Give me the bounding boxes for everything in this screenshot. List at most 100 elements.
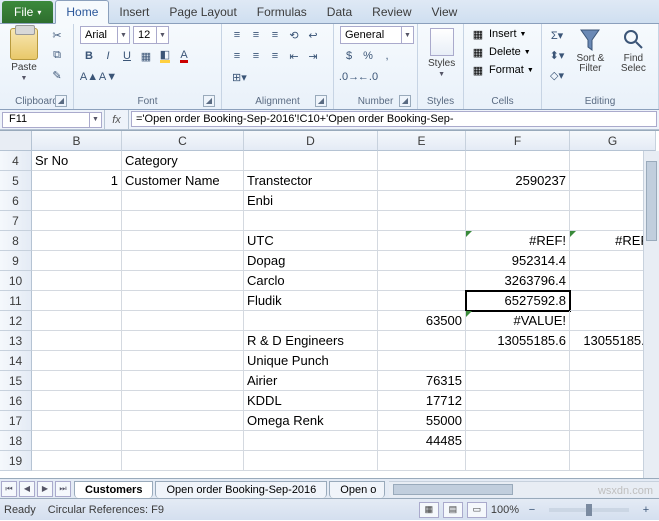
row-header-19[interactable]: 19 — [0, 451, 32, 471]
align-left-button[interactable]: ≡ — [228, 47, 246, 65]
select-all-corner[interactable] — [0, 131, 32, 151]
zoom-out-button[interactable]: − — [523, 501, 541, 519]
cell-B6[interactable] — [32, 191, 122, 211]
cell-D19[interactable] — [244, 451, 378, 471]
page-break-view-button[interactable]: ▭ — [467, 502, 487, 518]
cell-C5[interactable]: Customer Name — [122, 171, 244, 191]
decrease-decimal-button[interactable]: ←.0 — [359, 68, 377, 86]
number-launcher[interactable]: ◢ — [399, 95, 411, 107]
tab-insert[interactable]: Insert — [109, 1, 159, 23]
grow-font-button[interactable]: A▲ — [80, 68, 98, 86]
cell-E10[interactable] — [378, 271, 466, 291]
col-header-G[interactable]: G — [570, 131, 656, 151]
cell-F9[interactable]: 952314.4 — [466, 251, 570, 271]
col-header-C[interactable]: C — [122, 131, 244, 151]
sheet-nav-first[interactable]: ⏮ — [1, 481, 17, 497]
cell-F10[interactable]: 3263796.4 — [466, 271, 570, 291]
cell-B12[interactable] — [32, 311, 122, 331]
cell-E6[interactable] — [378, 191, 466, 211]
cell-C6[interactable] — [122, 191, 244, 211]
row-header-7[interactable]: 7 — [0, 211, 32, 231]
cell-E17[interactable]: 55000 — [378, 411, 466, 431]
col-header-D[interactable]: D — [244, 131, 378, 151]
row-header-16[interactable]: 16 — [0, 391, 32, 411]
cell-B14[interactable] — [32, 351, 122, 371]
col-header-F[interactable]: F — [466, 131, 570, 151]
normal-view-button[interactable]: ▦ — [419, 502, 439, 518]
merge-center-button[interactable]: ⊞▾ — [228, 68, 251, 86]
cell-F7[interactable] — [466, 211, 570, 231]
increase-decimal-button[interactable]: .0→ — [340, 68, 358, 86]
comma-button[interactable]: , — [378, 47, 396, 65]
cell-E19[interactable] — [378, 451, 466, 471]
file-tab[interactable]: File ▾ — [2, 1, 53, 23]
slider-thumb[interactable] — [586, 504, 592, 516]
delete-cells-button[interactable]: Delete — [489, 46, 521, 58]
zoom-in-button[interactable]: + — [637, 501, 655, 519]
formula-bar[interactable]: ='Open order Booking-Sep-2016'!C10+'Open… — [131, 111, 657, 127]
font-color-button[interactable]: A — [175, 47, 193, 65]
font-size-combo[interactable]: 12▼ — [133, 26, 169, 44]
row-header-12[interactable]: 12 — [0, 311, 32, 331]
clear-button[interactable]: ◇▾ — [548, 66, 566, 84]
cell-B9[interactable] — [32, 251, 122, 271]
cell-B13[interactable] — [32, 331, 122, 351]
cell-C13[interactable] — [122, 331, 244, 351]
cell-F18[interactable] — [466, 431, 570, 451]
cell-D13[interactable]: R & D Engineers — [244, 331, 378, 351]
paste-button[interactable]: Paste ▼ — [6, 26, 42, 84]
cell-B10[interactable] — [32, 271, 122, 291]
insert-cells-button[interactable]: Insert — [489, 28, 517, 40]
autosum-button[interactable]: Σ▾ — [548, 26, 566, 44]
row-header-17[interactable]: 17 — [0, 411, 32, 431]
row-header-13[interactable]: 13 — [0, 331, 32, 351]
cell-C19[interactable] — [122, 451, 244, 471]
alignment-launcher[interactable]: ◢ — [315, 95, 327, 107]
row-header-9[interactable]: 9 — [0, 251, 32, 271]
cell-C11[interactable] — [122, 291, 244, 311]
scrollbar-thumb[interactable] — [646, 161, 657, 241]
cell-E18[interactable]: 44485 — [378, 431, 466, 451]
cell-D5[interactable]: Transtector — [244, 171, 378, 191]
cell-C15[interactable] — [122, 371, 244, 391]
cell-F14[interactable] — [466, 351, 570, 371]
fill-button[interactable]: ⬍▾ — [548, 46, 566, 64]
tab-view[interactable]: View — [422, 1, 468, 23]
row-header-5[interactable]: 5 — [0, 171, 32, 191]
cell-F16[interactable] — [466, 391, 570, 411]
fill-color-button[interactable]: ◧ — [156, 47, 174, 65]
cell-C16[interactable] — [122, 391, 244, 411]
cell-D16[interactable]: KDDL — [244, 391, 378, 411]
cell-D11[interactable]: Fludik — [244, 291, 378, 311]
col-header-B[interactable]: B — [32, 131, 122, 151]
increase-indent-button[interactable]: ⇥ — [304, 47, 322, 65]
scrollbar-thumb[interactable] — [393, 484, 513, 495]
cell-F19[interactable] — [466, 451, 570, 471]
cell-D18[interactable] — [244, 431, 378, 451]
shrink-font-button[interactable]: A▼ — [99, 68, 117, 86]
cell-C9[interactable] — [122, 251, 244, 271]
cell-B15[interactable] — [32, 371, 122, 391]
cell-E11[interactable] — [378, 291, 466, 311]
cell-F8[interactable]: #REF! — [466, 231, 570, 251]
cell-styles-button[interactable]: Styles ▼ — [424, 26, 459, 80]
cell-F13[interactable]: 13055185.6 — [466, 331, 570, 351]
row-header-4[interactable]: 4 — [0, 151, 32, 171]
bold-button[interactable]: B — [80, 47, 98, 65]
row-header-14[interactable]: 14 — [0, 351, 32, 371]
sheet-tab-partial[interactable]: Open o — [329, 481, 385, 498]
cell-D17[interactable]: Omega Renk — [244, 411, 378, 431]
sheet-nav-next[interactable]: ▶ — [37, 481, 53, 497]
cell-D8[interactable]: UTC — [244, 231, 378, 251]
cell-B8[interactable] — [32, 231, 122, 251]
cell-F12[interactable]: #VALUE! — [466, 311, 570, 331]
format-cells-button[interactable]: Format — [489, 64, 524, 76]
page-layout-view-button[interactable]: ▤ — [443, 502, 463, 518]
sort-filter-button[interactable]: Sort & Filter — [570, 26, 611, 76]
align-middle-button[interactable]: ≡ — [247, 26, 265, 44]
border-button[interactable]: ▦ — [137, 47, 155, 65]
vertical-scrollbar[interactable] — [643, 151, 659, 478]
cell-D15[interactable]: Airier — [244, 371, 378, 391]
cell-D10[interactable]: Carclo — [244, 271, 378, 291]
worksheet-grid[interactable]: B C D E F G 45678910111213141516171819 S… — [0, 130, 659, 478]
